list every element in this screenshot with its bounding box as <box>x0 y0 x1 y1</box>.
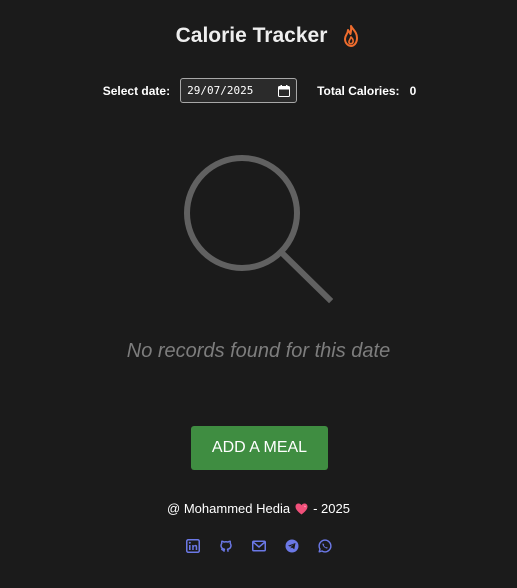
footer-author: @ Mohammed Hedia <box>167 501 291 516</box>
add-meal-button[interactable]: ADD A MEAL <box>191 426 328 470</box>
flame-icon <box>341 24 361 48</box>
date-value: 29/07/2025 <box>187 84 254 97</box>
search-icon <box>184 155 333 304</box>
telegram-icon[interactable] <box>285 539 299 553</box>
total-calories-value: 0 <box>409 83 417 98</box>
app-header: Calorie Tracker <box>0 24 517 48</box>
total-calories-label: Total Calories: <box>317 83 400 98</box>
date-controls: Select date: 29/07/2025 Total Calories: … <box>0 78 517 103</box>
linkedin-icon[interactable] <box>185 539 200 553</box>
footer-year: - 2025 <box>313 501 350 516</box>
footer-credit: @ Mohammed Hedia - 2025 <box>0 501 517 516</box>
social-links <box>0 539 517 553</box>
heart-icon <box>295 503 308 514</box>
github-icon[interactable] <box>219 539 233 553</box>
page-title: Calorie Tracker <box>175 24 328 47</box>
empty-state-message: No records found for this date <box>126 340 391 362</box>
whatsapp-icon[interactable] <box>317 539 332 553</box>
email-icon[interactable] <box>251 539 266 553</box>
calendar-icon[interactable] <box>278 84 291 97</box>
date-label: Select date: <box>102 83 171 98</box>
date-input[interactable]: 29/07/2025 <box>180 78 298 103</box>
